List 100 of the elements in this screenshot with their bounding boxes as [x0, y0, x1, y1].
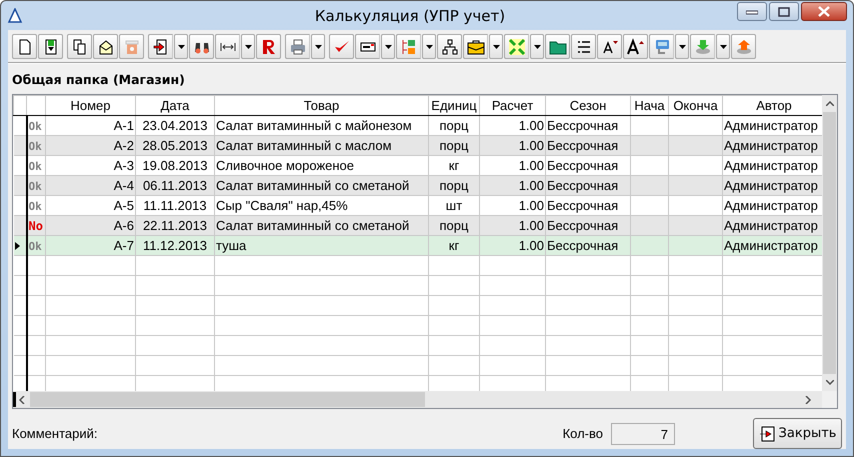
status-cell: Ok	[28, 120, 42, 133]
table-cell: Администратор	[724, 178, 818, 193]
status-cell: Ok	[28, 160, 42, 173]
caret-icon	[178, 44, 184, 48]
dropdown-button[interactable]	[675, 34, 689, 59]
table-cell: Салат витаминный со сметаной	[216, 178, 410, 193]
table-cell: шт	[446, 198, 462, 213]
row-indicator[interactable]	[14, 136, 26, 156]
table-cell: 23.04.2013	[142, 118, 208, 133]
scroll-up-icon[interactable]	[826, 101, 834, 106]
vertical-scrollbar[interactable]	[822, 95, 837, 391]
maximize-button[interactable]	[769, 2, 799, 21]
status-cell: Ok	[28, 180, 42, 193]
table-cell: 1.00	[518, 218, 544, 233]
disk-download-icon	[694, 38, 712, 56]
toolbar-button[interactable]	[12, 34, 37, 59]
table-cell: порц	[440, 138, 468, 153]
app-icon	[7, 8, 23, 24]
caret-icon	[314, 44, 322, 48]
table-cell: 19.08.2013	[142, 158, 208, 173]
toolbar-button[interactable]	[148, 34, 173, 59]
table-cell: Администратор	[724, 218, 818, 233]
toolbar-button[interactable]	[38, 34, 63, 59]
table-cell: Бессрочная	[547, 238, 618, 253]
count-field: 7	[611, 422, 675, 444]
toolbar-button[interactable]	[623, 34, 648, 59]
import-icon	[152, 38, 170, 56]
dropdown-button[interactable]	[716, 34, 730, 59]
dropdown-button[interactable]	[422, 34, 436, 59]
caret-icon	[678, 44, 686, 48]
exit-icon	[758, 426, 775, 442]
toolbar-button[interactable]	[571, 34, 596, 59]
horizontal-scrollbar[interactable]	[13, 391, 822, 408]
table-cell: 22.11.2013	[142, 218, 208, 233]
table-cell: 06.11.2013	[142, 178, 208, 193]
close-form-button[interactable]: Закрыть	[753, 418, 842, 449]
dropdown-button[interactable]	[241, 34, 255, 59]
hierarchy-icon	[440, 38, 458, 56]
table-cell: А-3	[114, 158, 134, 173]
pointer-icon	[14, 242, 20, 250]
table-cell: Бессрочная	[547, 178, 618, 193]
table-cell: Бессрочная	[547, 138, 618, 153]
maximize-icon	[778, 6, 790, 16]
table-cell: Салат витаминный со сметаной	[216, 218, 410, 233]
scroll-down-icon[interactable]	[826, 380, 834, 385]
tree-icon	[400, 38, 418, 56]
table-cell: Салат витаминный с маслом	[216, 138, 392, 153]
row-indicator[interactable]	[14, 216, 26, 236]
envelope-icon	[96, 38, 114, 56]
arrows-icon	[508, 38, 526, 56]
status-cell: Ok	[28, 240, 42, 253]
table-cell: Сыр "Сваля" нар,45%	[216, 198, 348, 213]
table-cell: 1.00	[518, 118, 544, 133]
table-cell: 1.00	[518, 198, 544, 213]
toolbar-button[interactable]	[189, 34, 214, 59]
dropdown-button[interactable]	[489, 34, 503, 59]
trash-icon	[122, 38, 140, 56]
toolbar-button[interactable]	[463, 34, 488, 59]
count-label: Кол-во	[562, 426, 603, 441]
table-cell: кг	[448, 158, 460, 173]
printer-icon	[288, 38, 306, 56]
table-cell: Администратор	[724, 118, 818, 133]
disk-upload-icon	[734, 38, 752, 56]
status-cell: Ok	[28, 200, 42, 213]
dropdown-button[interactable]	[530, 34, 544, 59]
caret-icon	[426, 44, 432, 48]
table-cell: порц	[440, 178, 468, 193]
column-header[interactable]: Товар	[304, 98, 340, 113]
toolbar-button[interactable]	[597, 34, 622, 59]
table-cell: Бессрочная	[547, 198, 618, 213]
row-indicator[interactable]	[14, 176, 26, 196]
toolbar-button[interactable]	[545, 34, 570, 59]
table-cell: А-2	[114, 138, 134, 153]
table-cell: 1.00	[518, 158, 544, 173]
copy-icon	[70, 38, 88, 56]
toolbar-button[interactable]	[215, 34, 240, 59]
table-cell: 11.11.2013	[143, 198, 207, 213]
caret-icon	[492, 44, 500, 48]
table-cell: 1.00	[518, 178, 544, 193]
font-increase-icon	[626, 38, 644, 56]
table-cell: А-7	[114, 238, 134, 253]
table-cell: 1.00	[518, 238, 544, 253]
current-row-marker[interactable]	[14, 236, 26, 256]
toolbar-button[interactable]	[67, 34, 92, 59]
dropdown-button[interactable]	[381, 34, 395, 59]
minimize-button[interactable]	[737, 2, 767, 21]
folder-label: Общая папка (Магазин)	[12, 72, 185, 87]
caret-icon	[384, 44, 392, 48]
toolbar-button[interactable]	[437, 34, 462, 59]
dropdown-button[interactable]	[311, 34, 325, 59]
close-icon	[818, 6, 830, 17]
scroll-left-icon[interactable]	[19, 396, 27, 404]
dropdown-button[interactable]	[174, 34, 188, 59]
close-button[interactable]	[801, 2, 847, 21]
table-cell: Администратор	[724, 198, 818, 213]
scroll-right-icon[interactable]	[804, 396, 812, 404]
table-cell: Администратор	[724, 158, 818, 173]
toolbar-button[interactable]	[355, 34, 380, 59]
toolbar-button[interactable]	[93, 34, 118, 59]
comment-label: Комментарий:	[12, 426, 98, 441]
